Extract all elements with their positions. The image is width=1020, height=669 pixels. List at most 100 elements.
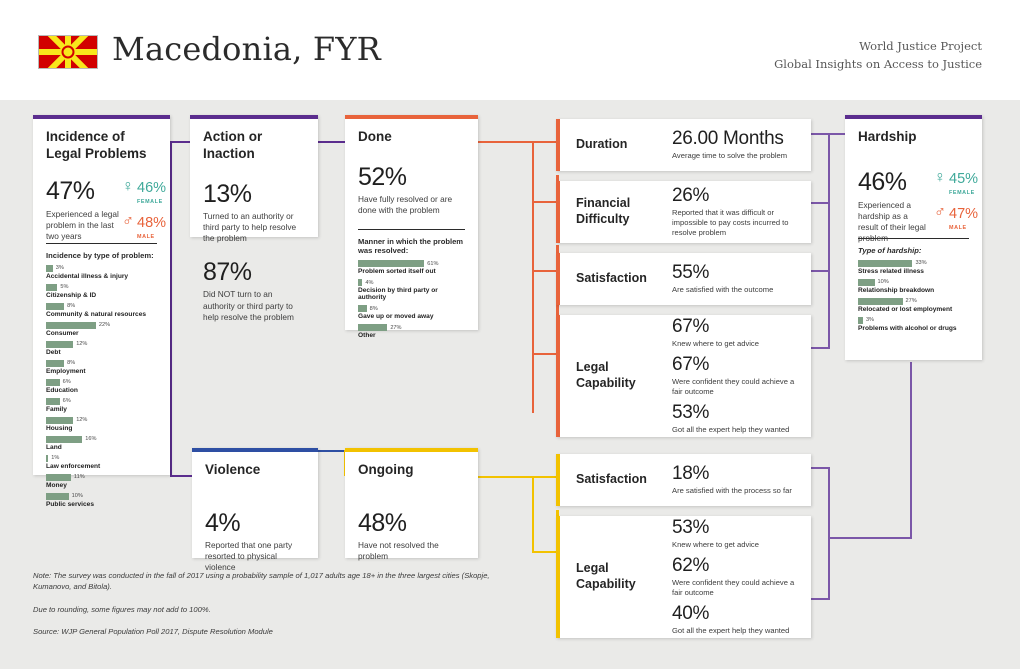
card-done[interactable]: Done 52% Have fully resolved or are done…	[345, 115, 478, 339]
stat-card-label-line1: Duration	[576, 137, 628, 152]
stat-card-label-line1: Legal	[576, 360, 609, 375]
connector-hardship-h-bottom	[810, 347, 830, 349]
connector-hardship-trunk-v	[828, 133, 830, 348]
stat-description: Got all the expert help they wanted	[672, 425, 790, 435]
bar-value: 6%	[62, 379, 71, 386]
bar-value: 11%	[73, 474, 85, 481]
stat-card-body: 67% Knew where to get advice 67% Were confi…	[672, 315, 811, 437]
card-title: Hardship	[858, 129, 917, 144]
bar-value: 5%	[60, 284, 69, 291]
bar-fill	[358, 324, 388, 332]
connector-done-trunk-v	[532, 141, 534, 413]
bar-label: Relationship breakdown	[858, 286, 935, 294]
bar-track: 33%	[858, 259, 969, 267]
bar-item: 10% Relationship breakdown	[858, 278, 969, 294]
bar-label: Citizenship & ID	[46, 291, 97, 299]
done-breakdown-label: Manner in which the problem was resolved…	[358, 237, 464, 256]
stat-description: Are satisfied with the process so far	[672, 485, 792, 495]
connector-hardship-h-mid1	[810, 202, 830, 204]
card-accent-bar	[192, 448, 318, 452]
bar-value: 61%	[427, 260, 439, 267]
action-desc-did-not-turn: Did NOT turn to an authority or third pa…	[203, 289, 294, 322]
connector-done-trunk-h	[478, 141, 564, 143]
stat-value: 67%	[672, 315, 710, 337]
bar-item: 11% Money	[46, 473, 157, 489]
bar-label: Problem sorted itself out	[358, 268, 436, 276]
stat-card-legal-capability[interactable]: Legal Capability 53% Knew where to get advi…	[556, 516, 811, 638]
stat-card-legal-capability[interactable]: Legal Capability 67% Knew where to get advi…	[556, 315, 811, 437]
bar-item: 3% Problems with alcohol or drugs	[858, 316, 969, 332]
bar-value: 33%	[915, 260, 927, 267]
bar-label: Housing	[46, 424, 73, 432]
stat-card-duration[interactable]: Duration 26.00 Months Average time to solv…	[556, 119, 811, 171]
done-breakdown-list: 61% Problem sorted itself out 4% Decision b…	[358, 260, 465, 339]
stat-card-satisfaction[interactable]: Satisfaction 55% Are satisfied with the ou…	[556, 253, 811, 305]
incidence-male-stat: ♂ 48% MALE	[122, 212, 166, 240]
card-ongoing[interactable]: Ongoing 48% Have not resolved the proble…	[345, 448, 478, 561]
bar-fill	[46, 435, 83, 443]
card-title: Done	[358, 129, 392, 144]
bar-value: 3%	[865, 317, 875, 324]
bar-label: Law enforcement	[46, 462, 101, 470]
incidence-headline-desc: Experienced a legal problem in the last …	[46, 208, 119, 242]
note-source: Source: WJP General Population Poll 2017…	[33, 627, 273, 637]
card-incidence-of-legal-problems[interactable]: Incidence of Legal Problems 47% Experien…	[33, 115, 170, 508]
stat-card-satisfaction[interactable]: Satisfaction 18% Are satisfied with the pr…	[556, 454, 811, 506]
male-label: MALE	[949, 224, 967, 231]
page-title: Macedonia, FYR	[112, 30, 381, 68]
bar-item: 1% Law enforcement	[46, 454, 157, 470]
bar-fill	[46, 454, 49, 462]
bar-track: 8%	[46, 302, 157, 310]
stat-card-label-line1: Legal	[576, 561, 609, 576]
card-title: Ongoing	[358, 462, 414, 477]
card-violence[interactable]: Violence 4% Reported that one party reso…	[192, 448, 318, 572]
incidence-female-stat: ♀ 46% FEMALE	[122, 178, 166, 205]
bar-label: Public services	[46, 500, 95, 508]
card-action-or-inaction[interactable]: Action or Inaction 13% Turned to an auth…	[190, 115, 318, 322]
bar-track: 27%	[858, 297, 969, 305]
bar-fill	[358, 305, 367, 313]
hardship-male-stat: ♂ 47% MALE	[934, 203, 979, 231]
card-accent-bar	[845, 115, 982, 119]
male-value: 47%	[949, 205, 979, 222]
connector-done-branch-satisfaction	[532, 270, 556, 272]
bar-fill	[358, 260, 425, 268]
stat-entry: 18% Are satisfied with the process so far	[672, 463, 799, 496]
stat-description: Knew where to get advice	[672, 539, 759, 549]
bar-item: 3% Accidental illness & injury	[46, 264, 157, 280]
bar-fill	[858, 297, 903, 305]
stat-card-label-line1: Financial	[576, 196, 631, 211]
bar-track: 12%	[46, 416, 157, 424]
bar-label: Other	[358, 332, 376, 340]
bar-fill	[46, 492, 69, 500]
violence-desc: Reported that one party resorted to phys…	[205, 539, 293, 573]
male-icon: ♂	[122, 212, 134, 230]
bar-fill	[46, 397, 60, 405]
connector-lower-up	[910, 362, 912, 539]
bar-fill	[858, 278, 875, 286]
connector-action-done	[318, 141, 345, 143]
bar-fill	[46, 264, 53, 272]
stat-card-financial-difficulty[interactable]: Financial Difficulty 26% Reported that it w…	[556, 181, 811, 243]
ongoing-stat: 48%	[358, 508, 407, 537]
organization-credit: World Justice Project Global Insights on…	[774, 38, 982, 74]
stat-value: 26.00 Months	[672, 127, 784, 149]
card-hardship[interactable]: Hardship 46% Experienced a hardship as a…	[845, 115, 982, 360]
bar-track: 11%	[46, 473, 157, 481]
connector-lower-trunk-v	[828, 467, 830, 600]
stat-entry: 67% Knew where to get advice	[672, 315, 799, 349]
female-label: FEMALE	[137, 198, 163, 205]
violence-stat: 4%	[205, 508, 241, 537]
flag-sun-disc	[61, 45, 75, 59]
stat-card-body: 53% Knew where to get advice 62% Were confi…	[672, 516, 811, 638]
stat-entry: 26% Reported that it was difficult or imp…	[672, 185, 799, 239]
hardship-gender-breakdown: ♀ 45% FEMALE ♂ 47% MALE	[934, 169, 979, 240]
incidence-breakdown-list: 3% Accidental illness & injury 5% Citizensh…	[46, 264, 157, 508]
infographic-canvas: Incidence of Legal Problems 47% Experien…	[0, 100, 1020, 669]
bar-value: 8%	[67, 360, 76, 367]
card-title-line1: Incidence of	[46, 129, 125, 144]
stat-entry: 40% Got all the expert help they wanted	[672, 603, 799, 636]
stat-description: Are satisfied with the outcome	[672, 284, 774, 294]
stat-card-label-line2: Capability	[576, 577, 636, 591]
male-icon: ♂	[934, 203, 946, 221]
